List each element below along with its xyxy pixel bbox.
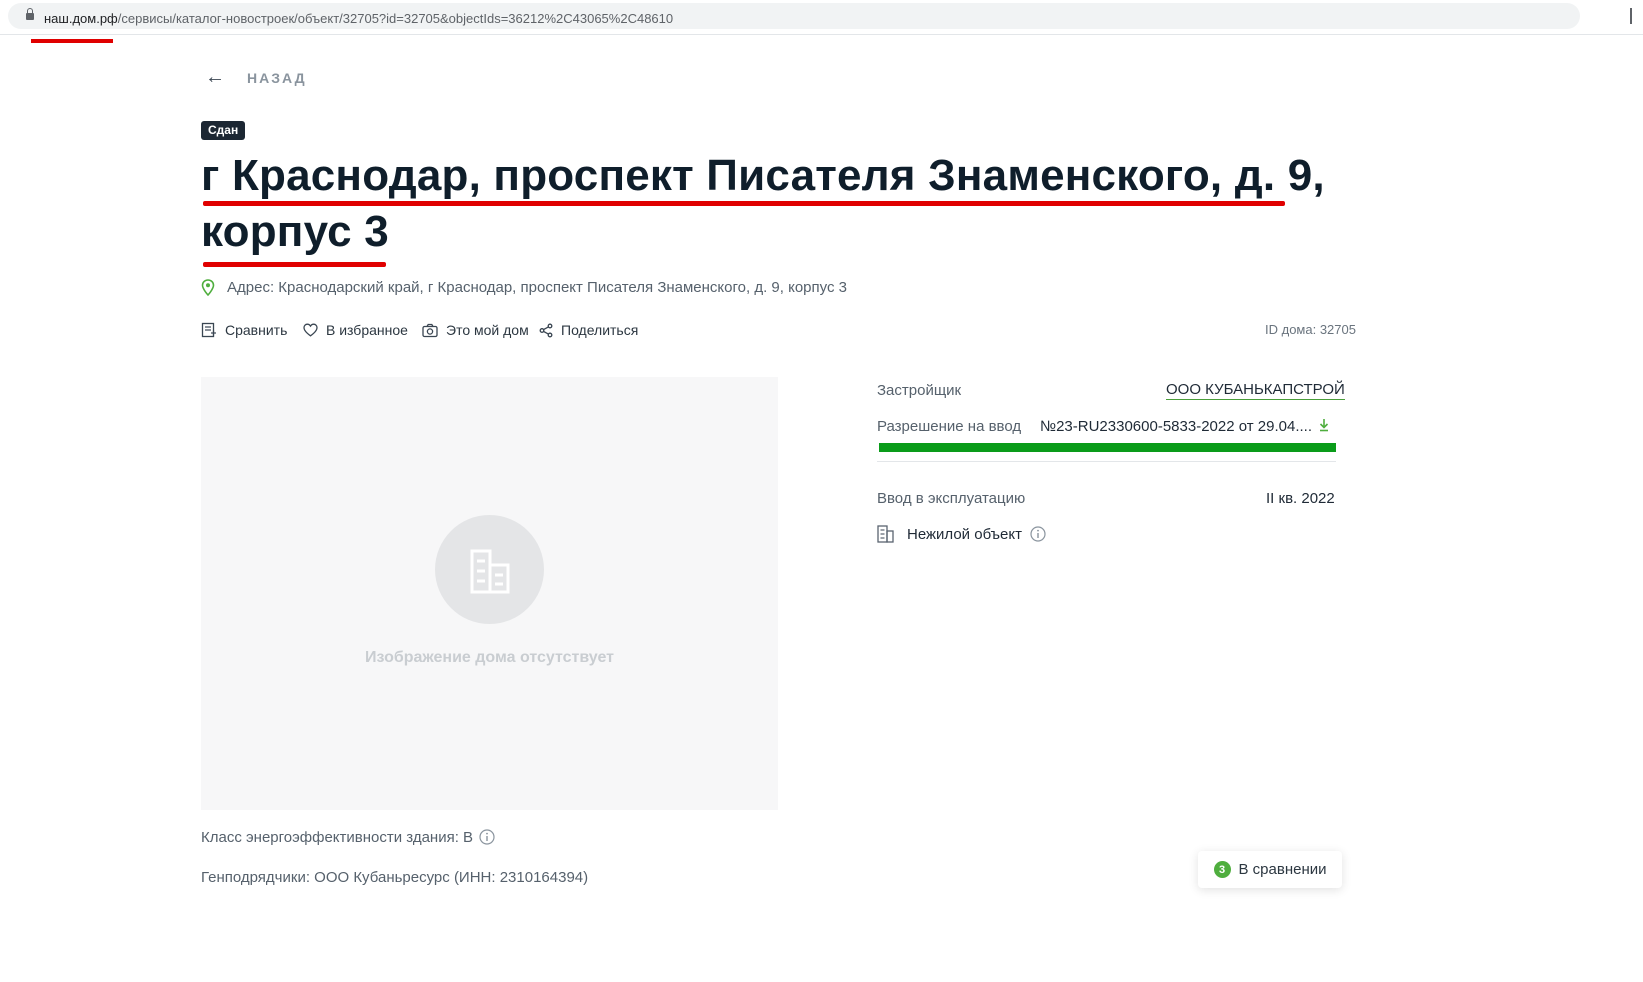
lock-icon[interactable] — [26, 8, 34, 20]
in-comparison-button[interactable]: 3 В сравнении — [1198, 851, 1342, 888]
house-id: ID дома: 32705 — [1265, 322, 1356, 337]
heart-icon — [303, 323, 318, 337]
energy-info-icon[interactable] — [479, 829, 495, 850]
status-badge: Сдан — [201, 121, 246, 140]
in-comparison-label: В сравнении — [1238, 861, 1327, 878]
general-contractors: Генподрядчики: ООО Кубаньресурс (ИНН: 23… — [201, 869, 589, 886]
energy-class: Класс энергоэффективности здания: В — [201, 829, 474, 846]
favorite-label: В избранное — [326, 322, 408, 338]
url-text[interactable]: наш.дом.рф/сервисы/каталог-новостроек/об… — [44, 11, 673, 26]
share-button[interactable]: Поделиться — [539, 321, 638, 339]
url-path: /сервисы/каталог-новостроек/объект/32705… — [117, 11, 674, 26]
permit-label: Разрешение на ввод — [877, 418, 1022, 435]
commissioning-label: Ввод в эксплуатацию — [877, 490, 1026, 507]
building-icon — [877, 525, 894, 548]
building-placeholder-icon — [435, 515, 544, 624]
image-missing-caption: Изображение дома отсутствует — [365, 649, 614, 666]
url-domain-highlight — [31, 39, 113, 43]
comparison-count-badge: 3 — [1213, 861, 1231, 878]
details-divider — [877, 461, 1336, 462]
developer-label: Застройщик — [877, 382, 962, 399]
object-type: Нежилой объект — [907, 526, 1022, 543]
camera-icon — [422, 323, 438, 337]
share-label: Поделиться — [561, 322, 639, 338]
developer-link[interactable]: ООО КУБАНЬКАПСТРОЙ — [1166, 381, 1345, 400]
window-edge — [1630, 8, 1632, 24]
compare-icon — [201, 322, 216, 338]
commissioning-value: II кв. 2022 — [1266, 490, 1335, 507]
page-title-line-2: корпус 3 — [201, 207, 389, 256]
my-house-button[interactable]: Это мой дом — [422, 321, 529, 339]
compare-label: Сравнить — [225, 322, 288, 338]
permit-highlight — [879, 443, 1336, 452]
my-house-label: Это мой дом — [446, 322, 529, 338]
address-text: Адрес: Краснодарский край, г Краснодар, … — [227, 279, 847, 296]
download-icon[interactable] — [1318, 418, 1330, 437]
info-icon[interactable] — [1030, 526, 1046, 547]
favorite-button[interactable]: В избранное — [303, 321, 408, 339]
title-highlight-line-1 — [203, 201, 1285, 206]
page-title-line-1: г Краснодар, проспект Писателя Знаменско… — [201, 151, 1325, 200]
permit-value[interactable]: №23-RU2330600-5833-2022 от 29.04.... — [1040, 418, 1312, 435]
location-pin-icon — [201, 279, 215, 301]
url-domain: наш.дом.рф — [44, 11, 118, 26]
url-field[interactable]: наш.дом.рф/сервисы/каталог-новостроек/об… — [8, 3, 1580, 29]
compare-button[interactable]: Сравнить — [201, 321, 287, 339]
house-image-placeholder: Изображение дома отсутствует — [201, 377, 778, 810]
share-icon — [539, 323, 553, 337]
arrow-left-icon[interactable]: ← — [205, 66, 225, 89]
title-highlight-line-2 — [203, 262, 386, 267]
browser-address-bar: наш.дом.рф/сервисы/каталог-новостроек/об… — [0, 0, 1643, 35]
back-link[interactable]: НАЗАД — [247, 70, 307, 86]
